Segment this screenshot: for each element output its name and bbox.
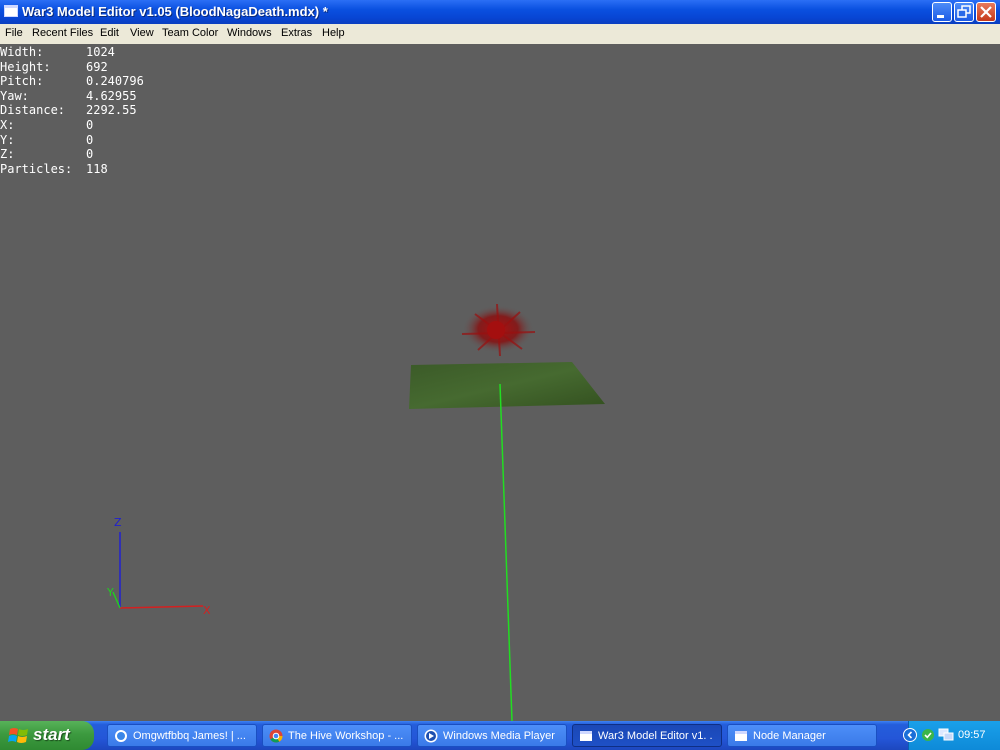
taskbar-item-label: Windows Media Player [443,730,555,742]
menu-help[interactable]: Help [322,27,345,39]
clock[interactable]: 09:57 [958,729,986,741]
x-axis-label: X [203,604,211,617]
window-title: War3 Model Editor v1.05 (BloodNagaDeath.… [22,4,328,19]
window-icon [580,731,592,741]
axis-gizmo: Z X Y [106,516,211,617]
y-axis-label: Y [106,586,114,599]
blood-particle-emitter [461,303,536,357]
restore-button[interactable] [954,2,974,22]
menu-team-color[interactable]: Team Color [162,27,218,39]
taskbar-item-label: Node Manager [753,730,826,742]
chat-icon [115,730,127,742]
menu-bar: File Recent Files Edit View Team Color W… [0,24,1000,44]
windows-logo-icon [8,728,28,743]
start-button[interactable]: start [0,721,94,750]
minimize-icon [937,15,944,18]
menu-view[interactable]: View [130,27,154,39]
taskbar-item-node-manager[interactable]: Node Manager [727,724,877,747]
close-button[interactable] [976,2,996,22]
taskbar-item-label: Omgwtfbbq James! | ... [133,730,246,742]
model-y-axis-line [499,383,513,721]
window-icon [735,731,747,741]
taskbar-item-media-player[interactable]: Windows Media Player [417,724,567,747]
minimize-button[interactable] [932,2,952,22]
taskbar-item-browser[interactable]: The Hive Workshop - ... [262,724,412,747]
restore-icon [957,5,971,18]
menu-windows[interactable]: Windows [227,27,272,39]
title-bar[interactable]: War3 Model Editor v1.05 (BloodNagaDeath.… [0,0,1000,24]
tray-expand-icon[interactable] [903,728,917,742]
z-axis-label: Z [114,516,122,529]
network-icon[interactable] [938,728,954,742]
model-viewport[interactable]: Width: 1024 Height: 692 Pitch: 0.240796 Yaw… [0,44,1000,721]
menu-file[interactable]: File [5,27,23,39]
close-icon [980,6,992,18]
menu-recent-files[interactable]: Recent Files [32,27,93,39]
scene-canvas: Z X Y [106,303,605,721]
taskbar-item-model-editor[interactable]: War3 Model Editor v1. . [572,724,722,747]
y-axis-line [112,591,121,609]
media-player-icon [424,729,438,743]
start-label: start [33,725,70,744]
taskbar-item-chat[interactable]: Omgwtfbbq James! | ... [107,724,257,747]
taskbar-item-label: The Hive Workshop - ... [288,730,404,742]
chrome-icon [269,729,283,743]
x-axis-line [119,605,204,609]
shield-icon[interactable] [921,728,935,742]
system-tray: 09:57 [903,721,1000,750]
app-window-icon [4,5,18,17]
ground-plane [409,362,605,409]
menu-extras[interactable]: Extras [281,27,312,39]
menu-edit[interactable]: Edit [100,27,119,39]
taskbar-item-label: War3 Model Editor v1. . [598,730,713,742]
taskbar: start Omgwtfbbq James! | ... The Hive Wo… [0,721,1000,750]
